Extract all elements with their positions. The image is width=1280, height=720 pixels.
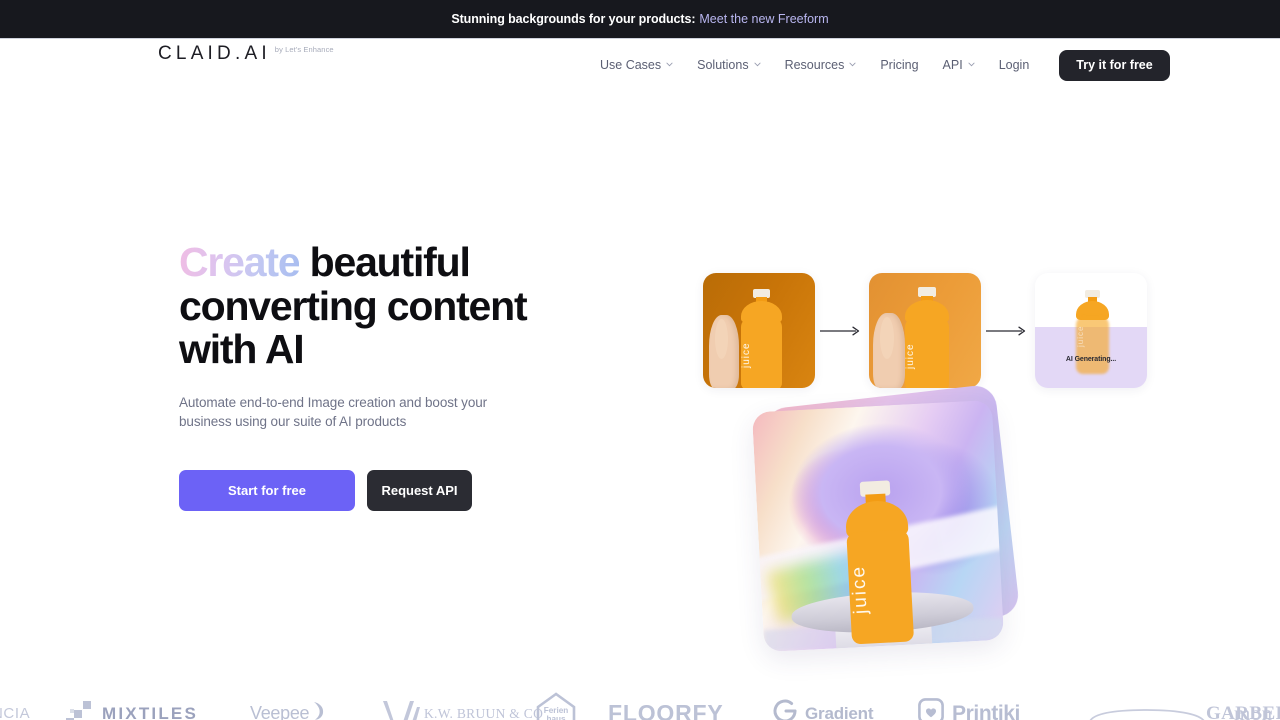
headline-gradient-word: Create: [179, 239, 301, 285]
client-logo-strip: NCIA MIXTILES Veepee K.W. BRUUN & CO: [0, 676, 1280, 720]
page-title: Create beautiful converting content with…: [179, 239, 599, 372]
tile-enhanced-photo: juice: [869, 273, 981, 388]
nav-item-label: Login: [998, 58, 1030, 72]
mixtiles-squares-icon: [66, 700, 92, 720]
car-outline-icon: [1089, 708, 1205, 720]
hero-button-row: Start for free Request API: [179, 469, 599, 511]
chevron-down-icon: [849, 61, 856, 68]
tile-original-photo: juice: [703, 273, 815, 388]
hero-copy: Create beautiful converting content with…: [179, 239, 599, 511]
thumb-shape: [715, 319, 728, 359]
transformation-strip: juice juice juice AI Generating...: [703, 273, 1147, 388]
kw-bruun-logo-label: K.W. BRUUN & CO: [424, 705, 544, 720]
floorfy-logo: FLOORFY: [608, 700, 724, 720]
start-for-free-button[interactable]: Start for free: [179, 469, 355, 511]
g-circle-icon: [772, 698, 798, 720]
printiki-logo-label: Printiki: [952, 701, 1020, 720]
mixtiles-logo-label: MIXTILES: [102, 703, 198, 720]
potencia-logo: NCIA: [0, 705, 31, 720]
bottle-label: juice: [1076, 325, 1085, 347]
brand-logo-tagline: by Let's Enhance: [274, 45, 334, 54]
veepee-swoosh-icon: [311, 700, 327, 720]
nav-item-label: Resources: [784, 58, 845, 72]
brand-logo-name: CLAID.AI: [158, 43, 271, 64]
printiki-logo: Printiki: [918, 698, 1020, 720]
chevron-down-icon: [968, 61, 975, 68]
nav-item-label: Use Cases: [600, 58, 662, 72]
veepee-logo-label: Veepee: [250, 703, 310, 720]
tile-ai-generating: juice AI Generating...: [1035, 273, 1147, 388]
hero-section: Create beautiful converting content with…: [0, 91, 1280, 720]
nav-item-label: Pricing: [880, 58, 919, 72]
featured-generated-scene: juice: [751, 399, 1005, 653]
nav-item-solutions[interactable]: Solutions: [685, 58, 772, 72]
mixtiles-logo: MIXTILES: [66, 700, 198, 720]
mon-logo: mon: [1234, 701, 1273, 720]
nav-item-api[interactable]: API: [931, 58, 987, 72]
try-it-for-free-button[interactable]: Try it for free: [1059, 49, 1170, 81]
main-navigation: Use Cases Solutions Resources Pricing AP…: [600, 39, 1170, 91]
hero-artwork: juice juice juice AI Generating... juice: [690, 251, 1147, 671]
nav-item-pricing[interactable]: Pricing: [868, 58, 930, 72]
ai-generating-status: AI Generating...: [1065, 355, 1117, 363]
nav-item-resources[interactable]: Resources: [773, 58, 869, 72]
arrow-right-icon: [981, 326, 1035, 336]
brand-logo[interactable]: CLAID.AI by Let's Enhance: [158, 43, 334, 65]
bottle-label: juice: [905, 343, 916, 369]
hero-subheading: Automate end-to-end Image creation and b…: [179, 394, 488, 430]
request-api-button[interactable]: Request API: [367, 469, 472, 511]
chevron-down-icon: [754, 61, 761, 68]
kw-bruun-mark-icon: [380, 699, 424, 720]
camera-heart-icon: [918, 698, 944, 720]
site-header: CLAID.AI by Let's Enhance Use Cases Solu…: [0, 39, 1280, 91]
announcement-link[interactable]: Meet the new Freeform: [699, 12, 828, 26]
announcement-banner: Stunning backgrounds for your products: …: [0, 0, 1280, 39]
gradient-logo: Gradient: [772, 698, 874, 720]
chevron-down-icon: [666, 61, 673, 68]
bottle-label: juice: [741, 342, 752, 368]
kw-bruun-logo: K.W. BRUUN & CO: [380, 699, 543, 720]
arrow-right-icon: [815, 326, 869, 336]
nav-item-login[interactable]: Login: [987, 58, 1042, 72]
svg-text:haus: haus: [546, 714, 566, 720]
nav-item-label: API: [942, 58, 963, 72]
house-icon: Ferien haus miete: [536, 691, 576, 720]
nav-item-label: Solutions: [697, 58, 749, 72]
gradient-logo-label: Gradient: [805, 703, 874, 720]
veepee-logo: Veepee: [250, 700, 327, 720]
bottle-label: juice: [848, 563, 872, 615]
ferienhausmiete-logo: Ferien haus miete: [536, 691, 576, 720]
thumb-shape: [880, 317, 894, 359]
announcement-text: Stunning backgrounds for your products:: [451, 12, 696, 26]
nav-item-use-cases[interactable]: Use Cases: [600, 58, 685, 72]
